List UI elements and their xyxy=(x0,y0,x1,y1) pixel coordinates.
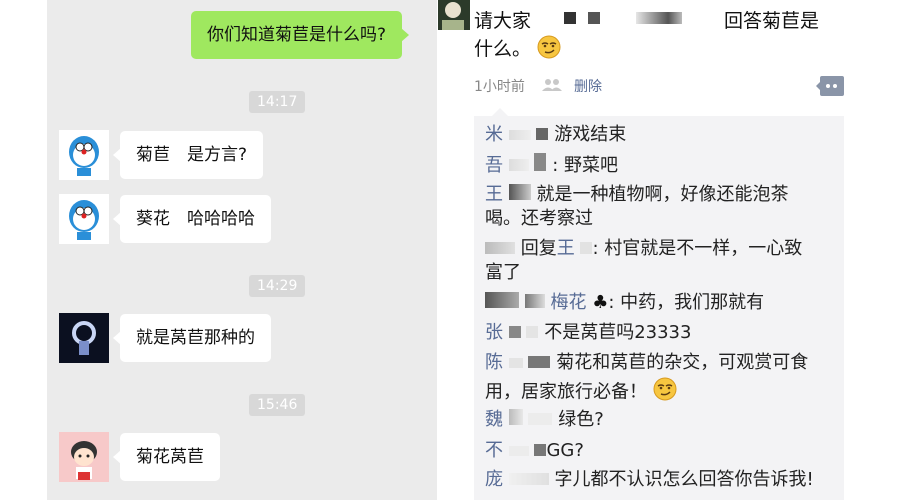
comment-text: 不是莴苣吗23333 xyxy=(544,322,692,343)
redacted-mark xyxy=(564,12,576,24)
redacted-mark xyxy=(508,130,531,140)
doraemon-avatar[interactable] xyxy=(59,130,109,180)
redacted-mark xyxy=(508,159,529,171)
comment-author[interactable]: 张 xyxy=(485,322,503,343)
post-text-line2-text: 什么。 xyxy=(474,38,532,60)
comment-text: 就是一种植物啊，好像还能泡茶 xyxy=(536,184,789,205)
redacted-mark xyxy=(536,128,549,140)
chat-message-received[interactable]: 就是莴苣那种的 xyxy=(113,314,271,362)
comment-author[interactable]: 梅花 xyxy=(550,292,586,313)
cartoon-girl-avatar[interactable] xyxy=(59,432,109,482)
redacted-mark xyxy=(580,242,593,254)
comment-text: 绿色? xyxy=(558,409,604,430)
privacy-icon xyxy=(542,78,562,96)
redacted-mark xyxy=(528,413,553,425)
comment-item[interactable]: 王 就是一种植物啊，好像还能泡茶 xyxy=(485,183,788,207)
comment-author[interactable]: 陈 xyxy=(485,352,503,373)
poster-avatar[interactable] xyxy=(438,0,470,30)
chat-panel: 你们知道菊苣是什么吗? 14:17 菊苣 是方言? 葵花 哈哈哈哈 14:29 xyxy=(47,0,437,500)
comment-author[interactable]: 不 xyxy=(485,440,503,461)
chat-message-received[interactable]: 葵花 哈哈哈哈 xyxy=(113,195,271,243)
comment-text: 游戏结束 xyxy=(554,124,627,145)
comment-item[interactable]: 米 游戏结束 xyxy=(485,123,626,147)
redacted-mark xyxy=(534,153,547,171)
redacted-mark xyxy=(508,409,523,425)
chat-message-sent[interactable]: 你们知道菊苣是什么吗? xyxy=(191,11,410,59)
redacted-mark xyxy=(528,356,551,368)
comment-continuation: 富了 xyxy=(485,262,521,283)
post-time: 1小时前 xyxy=(474,79,525,95)
redacted-mark xyxy=(534,444,547,456)
comment-text: 菊花和莴苣的杂交，可观赏可食 xyxy=(556,352,809,373)
doraemon-avatar[interactable] xyxy=(59,194,109,244)
comment-text: : 村官就是不一样，一心致 xyxy=(592,238,803,259)
redacted-mark xyxy=(508,326,521,338)
redacted-mark xyxy=(508,358,523,368)
redacted-mark xyxy=(508,184,531,200)
comment-author[interactable]: 米 xyxy=(485,124,503,145)
comment-text: 用，居家旅行必备！ xyxy=(485,381,647,403)
comment-continuation: 用，居家旅行必备！ xyxy=(485,377,677,408)
club-suit-icon: ♣ xyxy=(592,292,609,313)
redacted-mark xyxy=(485,292,519,308)
redacted-mark xyxy=(526,326,539,338)
redacted-mark xyxy=(588,12,600,24)
smirk-emoji-icon xyxy=(653,377,677,408)
chat-timestamp: 14:17 xyxy=(249,91,306,113)
chat-message-received[interactable]: 菊花莴苣 xyxy=(113,433,220,481)
chat-timestamp: 14:29 xyxy=(249,275,306,297)
comment-text: 字儿都不认识怎么回答你告诉我! xyxy=(554,469,814,490)
chat-timestamp: 15:46 xyxy=(249,394,306,416)
comment-author[interactable]: 魏 xyxy=(485,409,503,430)
comment-item[interactable]: 回复王 : 村官就是不一样，一心致 xyxy=(485,237,802,261)
comment-item[interactable]: 魏 绿色? xyxy=(485,408,604,432)
comment-item[interactable]: 梅花 ♣: 中药，我们那就有 xyxy=(485,291,764,315)
post-text-prefix: 请大家 xyxy=(474,10,532,32)
post-text-suffix: 回答菊苣是 xyxy=(724,10,820,32)
reply-label: 回复 xyxy=(520,238,557,259)
comment-author[interactable]: 庞 xyxy=(485,469,503,490)
reply-target[interactable]: 王 xyxy=(557,238,575,259)
delete-link[interactable]: 删除 xyxy=(574,76,602,96)
comment-text: : 野菜吧 xyxy=(552,155,618,176)
moments-panel: 请大家 回答菊苣是 什么。 1小时前 删除 米 游戏结束 吾: 野菜吧 王 就… xyxy=(438,0,858,500)
comment-author[interactable]: 王 xyxy=(485,184,503,205)
comment-item[interactable]: 不 GG? xyxy=(485,439,584,463)
lamp-avatar[interactable] xyxy=(59,313,109,363)
smirk-emoji-icon xyxy=(537,35,561,64)
comment-text: : 中药，我们那就有 xyxy=(608,292,765,313)
post-text-line2: 什么。 xyxy=(474,34,561,64)
redacted-mark xyxy=(636,12,682,24)
comment-text: GG? xyxy=(546,440,584,461)
redacted-mark xyxy=(508,473,549,485)
comment-continuation: 喝。还考察过 xyxy=(485,208,593,229)
comment-author[interactable]: 吾 xyxy=(485,155,503,176)
post-text-line1: 请大家 xyxy=(474,6,531,33)
comment-item[interactable]: 庞 字儿都不认识怎么回答你告诉我! xyxy=(485,468,814,492)
redacted-mark xyxy=(524,294,545,308)
comment-action-icon[interactable] xyxy=(816,76,844,100)
redacted-mark xyxy=(485,242,515,254)
comment-item[interactable]: 吾 : 野菜吧 xyxy=(485,153,618,178)
chat-message-received[interactable]: 菊苣 是方言? xyxy=(112,131,264,179)
comment-item[interactable]: 张 不是莴苣吗23333 xyxy=(485,321,691,345)
comments-box: 米 游戏结束 吾 : 野菜吧 王 就是一种植物啊，好像还能泡茶 喝。还考察过 回… xyxy=(474,108,844,500)
comment-item[interactable]: 陈 菊花和莴苣的杂交，可观赏可食 xyxy=(485,351,808,375)
redacted-mark xyxy=(508,446,529,456)
